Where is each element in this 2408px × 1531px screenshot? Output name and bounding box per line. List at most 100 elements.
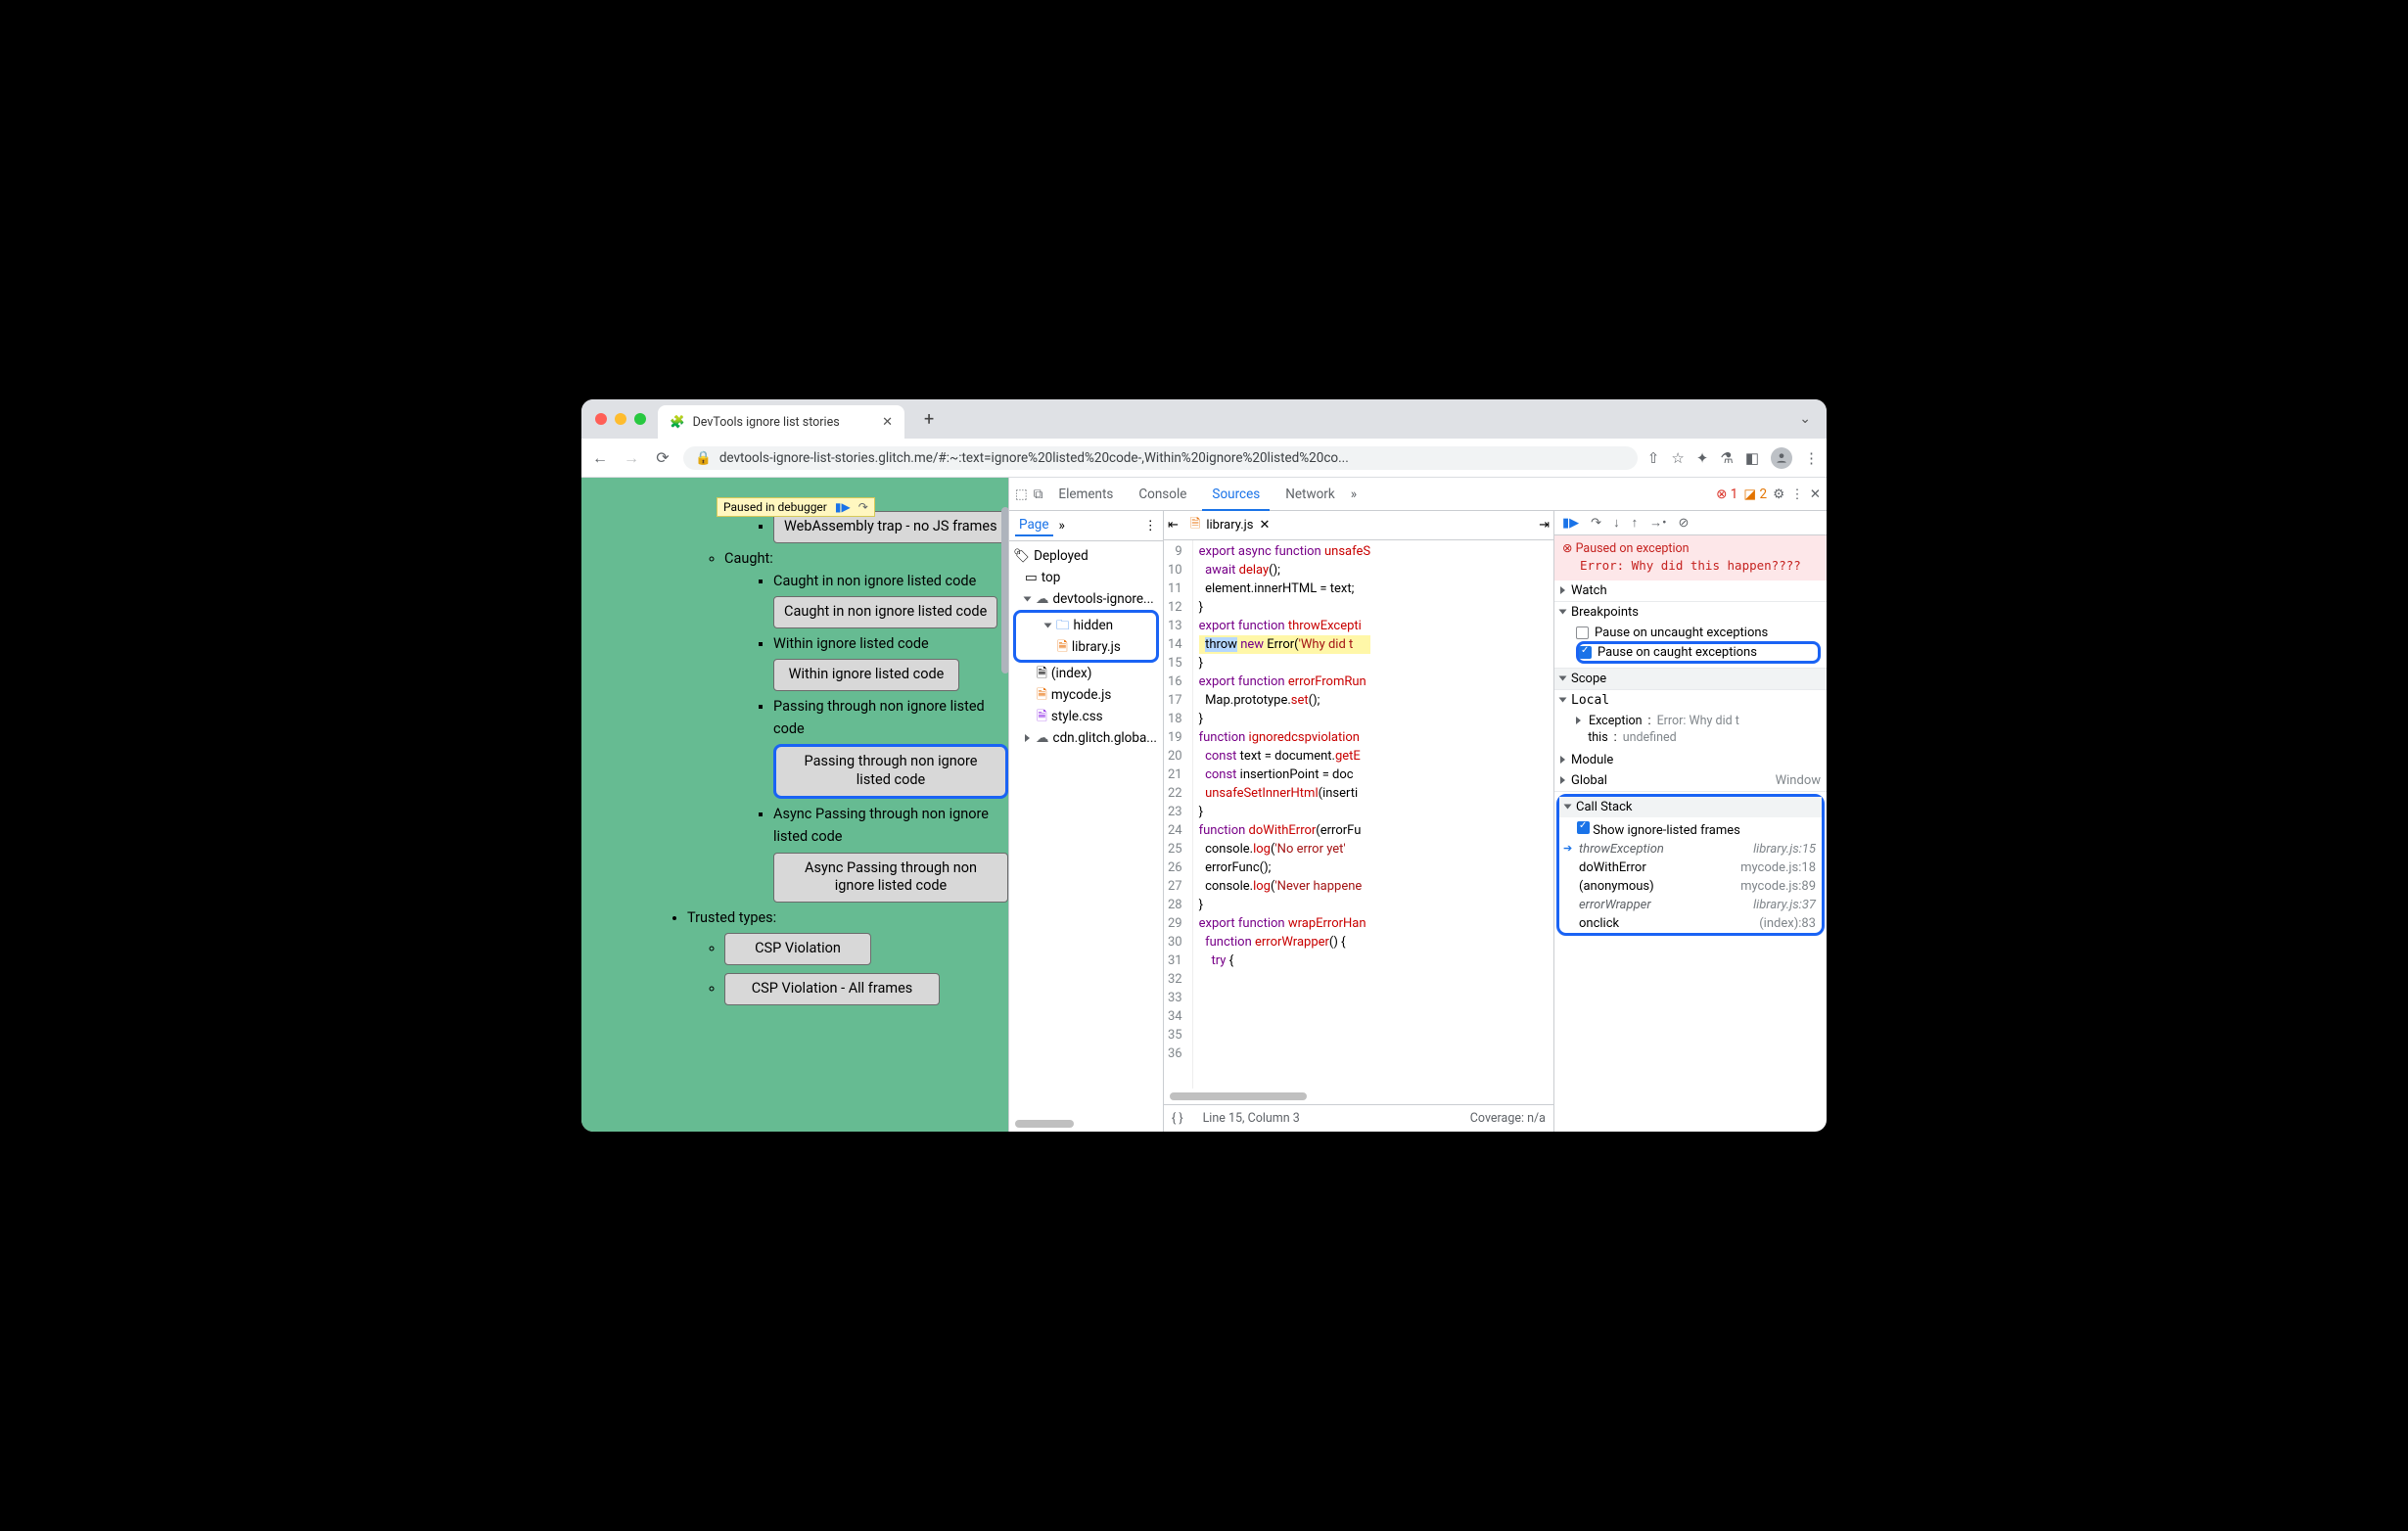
style-file[interactable]: 🗎style.css	[1009, 706, 1163, 727]
settings-icon[interactable]: ⚙	[1773, 487, 1784, 502]
forward-button: →	[621, 448, 642, 468]
tab-sources[interactable]: Sources	[1202, 478, 1270, 511]
item-1: Caught in non ignore listed code	[773, 573, 976, 589]
step-into-icon[interactable]: ↓	[1613, 515, 1620, 531]
module-scope[interactable]: Module	[1554, 750, 1827, 770]
maximize-dot[interactable]	[634, 413, 646, 425]
page-tab[interactable]: Page	[1015, 515, 1053, 536]
editor-tabs: ⇤ 🗎 library.js ✕ ⇥	[1164, 511, 1553, 540]
editor-footer: { } Line 15, Column 3 Coverage: n/a	[1164, 1104, 1553, 1132]
btn-2[interactable]: Within ignore listed code	[773, 659, 959, 691]
step-over-icon[interactable]: ↷	[1591, 516, 1601, 531]
show-ignored-row[interactable]: Show ignore-listed frames	[1559, 817, 1822, 840]
deployed-node[interactable]: 🏷Deployed	[1009, 545, 1163, 567]
checkbox-unchecked[interactable]	[1576, 626, 1589, 639]
step-out-icon[interactable]: ↑	[1632, 515, 1639, 531]
nav-hscroll[interactable]	[1015, 1120, 1074, 1128]
profile-avatar[interactable]	[1771, 447, 1792, 469]
tab-console[interactable]: Console	[1129, 478, 1196, 511]
cdn-node[interactable]: ☁cdn.glitch.globa...	[1009, 727, 1163, 749]
btn-6[interactable]: CSP Violation - All frames	[724, 973, 940, 1005]
menu-icon[interactable]: ⋮	[1804, 449, 1819, 467]
webpage: Paused in debugger ▮▶ ↷ WebAssembly trap…	[581, 478, 1008, 1132]
resume-icon[interactable]: ▮▶	[835, 500, 851, 514]
star-icon[interactable]: ☆	[1671, 449, 1684, 467]
browser-window: 🧩 DevTools ignore list stories ✕ + ⌄ ← →…	[581, 399, 1827, 1132]
mycode-file[interactable]: 🗎mycode.js	[1009, 684, 1163, 706]
inspect-icon[interactable]: ⬚	[1015, 487, 1028, 502]
file-icon: 🗎	[1190, 515, 1200, 536]
debugger-controls: ▮▶ ↷ ↓ ↑ →• ⊘	[1554, 511, 1827, 535]
callstack-frame[interactable]: errorWrapperlibrary.js:37	[1559, 896, 1822, 914]
pause-message: ⊗ Paused on exception Error: Why did thi…	[1554, 535, 1827, 580]
scope-header[interactable]: Scope	[1554, 669, 1827, 689]
global-scope[interactable]: GlobalWindow	[1554, 770, 1827, 791]
tab-network[interactable]: Network	[1275, 478, 1344, 511]
scope-section: Scope	[1554, 669, 1827, 690]
editor: ⇤ 🗎 library.js ✕ ⇥ 910111213141516171819…	[1164, 511, 1554, 1132]
debugger-sidebar: ▮▶ ↷ ↓ ↑ →• ⊘ ⊗ Paused on exception Erro…	[1554, 511, 1827, 1132]
cursor-position: Line 15, Column 3	[1203, 1111, 1300, 1126]
callstack-frame[interactable]: throwExceptionlibrary.js:15	[1559, 840, 1822, 858]
btn-5[interactable]: CSP Violation	[724, 933, 871, 965]
local-scope: Local Exception: Error: Why did t this: …	[1554, 690, 1827, 792]
sources-panel: Page » ⋮ 🏷Deployed ▭top ☁devtools-ignore…	[1009, 511, 1827, 1132]
callstack-frame[interactable]: doWithErrormycode.js:18	[1559, 858, 1822, 877]
file-tab[interactable]: 🗎 library.js ✕	[1184, 515, 1275, 536]
nav-toggle-icon[interactable]: ⇤	[1168, 518, 1179, 533]
tabs-menu-icon[interactable]: ⌄	[1799, 411, 1811, 427]
panel-icon[interactable]: ◧	[1745, 449, 1759, 467]
editor-hscroll[interactable]	[1170, 1092, 1307, 1100]
index-file[interactable]: 🗎(index)	[1009, 663, 1163, 684]
bp-uncaught[interactable]: Pause on uncaught exceptions	[1576, 625, 1821, 641]
bp-caught[interactable]: Pause on caught exceptions	[1576, 641, 1821, 664]
browser-tab[interactable]: 🧩 DevTools ignore list stories ✕	[658, 405, 904, 439]
library-file[interactable]: 🗎library.js	[1018, 636, 1154, 658]
callstack-header[interactable]: Call Stack	[1559, 797, 1822, 817]
checkbox-checked[interactable]	[1577, 821, 1590, 834]
new-tab-button[interactable]: +	[924, 409, 934, 430]
address-bar[interactable]: 🔒 devtools-ignore-list-stories.glitch.me…	[683, 446, 1638, 470]
checkbox-checked[interactable]	[1579, 646, 1592, 659]
nav-menu-icon[interactable]: ⋮	[1144, 518, 1158, 534]
back-button[interactable]: ←	[589, 448, 611, 468]
devtools-menu-icon[interactable]: ⋮	[1790, 487, 1804, 502]
sidebar-toggle-icon[interactable]: ⇥	[1539, 518, 1550, 533]
btn-3[interactable]: Passing through non ignore listed code	[773, 744, 1008, 799]
tab-elements[interactable]: Elements	[1048, 478, 1123, 511]
devtools-close-icon[interactable]: ✕	[1810, 487, 1821, 502]
warning-badge[interactable]: ◪ 2	[1743, 487, 1767, 502]
btn-4[interactable]: Async Passing through non ignore listed …	[773, 853, 1008, 904]
domain-node[interactable]: ☁devtools-ignore...	[1009, 588, 1163, 610]
title-bar: 🧩 DevTools ignore list stories ✕ + ⌄	[581, 399, 1827, 439]
item-4: Async Passing through non ignore listed …	[773, 806, 989, 845]
step-icon[interactable]: ↷	[858, 500, 868, 514]
extensions-icon[interactable]: ✦	[1696, 449, 1709, 467]
toolbar-icons: ⇧ ☆ ✦ ⚗ ◧ ⋮	[1647, 447, 1819, 469]
tabs-overflow-icon[interactable]: »	[1351, 487, 1357, 502]
scrollbar-thumb[interactable]	[1001, 507, 1008, 673]
source-code[interactable]: 9101112131415161718192021222324252627282…	[1164, 540, 1553, 1089]
step-icon[interactable]: →•	[1649, 515, 1666, 531]
file-close-icon[interactable]: ✕	[1259, 518, 1270, 533]
tab-close-icon[interactable]: ✕	[882, 415, 893, 430]
btn-1[interactable]: Caught in non ignore listed code	[773, 596, 997, 628]
labs-icon[interactable]: ⚗	[1720, 449, 1733, 467]
callstack-frame[interactable]: onclick(index):83	[1559, 914, 1822, 933]
watch-section[interactable]: Watch	[1554, 580, 1827, 602]
reload-button[interactable]: ⟳	[652, 448, 673, 467]
share-icon[interactable]: ⇧	[1647, 449, 1660, 467]
resume-button[interactable]: ▮▶	[1562, 516, 1579, 531]
error-badge[interactable]: ⊗ 1	[1716, 487, 1737, 502]
close-dot[interactable]	[595, 413, 607, 425]
top-node[interactable]: ▭top	[1009, 567, 1163, 588]
pretty-print-icon[interactable]: { }	[1172, 1111, 1183, 1126]
device-icon[interactable]: ⧉	[1034, 487, 1043, 502]
nav-overflow-icon[interactable]: »	[1059, 518, 1065, 534]
navigator-tabs: Page » ⋮	[1009, 511, 1163, 541]
deactivate-bp-icon[interactable]: ⊘	[1678, 516, 1689, 531]
callstack-frame[interactable]: (anonymous)mycode.js:89	[1559, 877, 1822, 896]
hidden-folder[interactable]: 🗀hidden	[1018, 615, 1154, 636]
minimize-dot[interactable]	[615, 413, 626, 425]
breakpoints-header[interactable]: Breakpoints	[1554, 602, 1827, 623]
